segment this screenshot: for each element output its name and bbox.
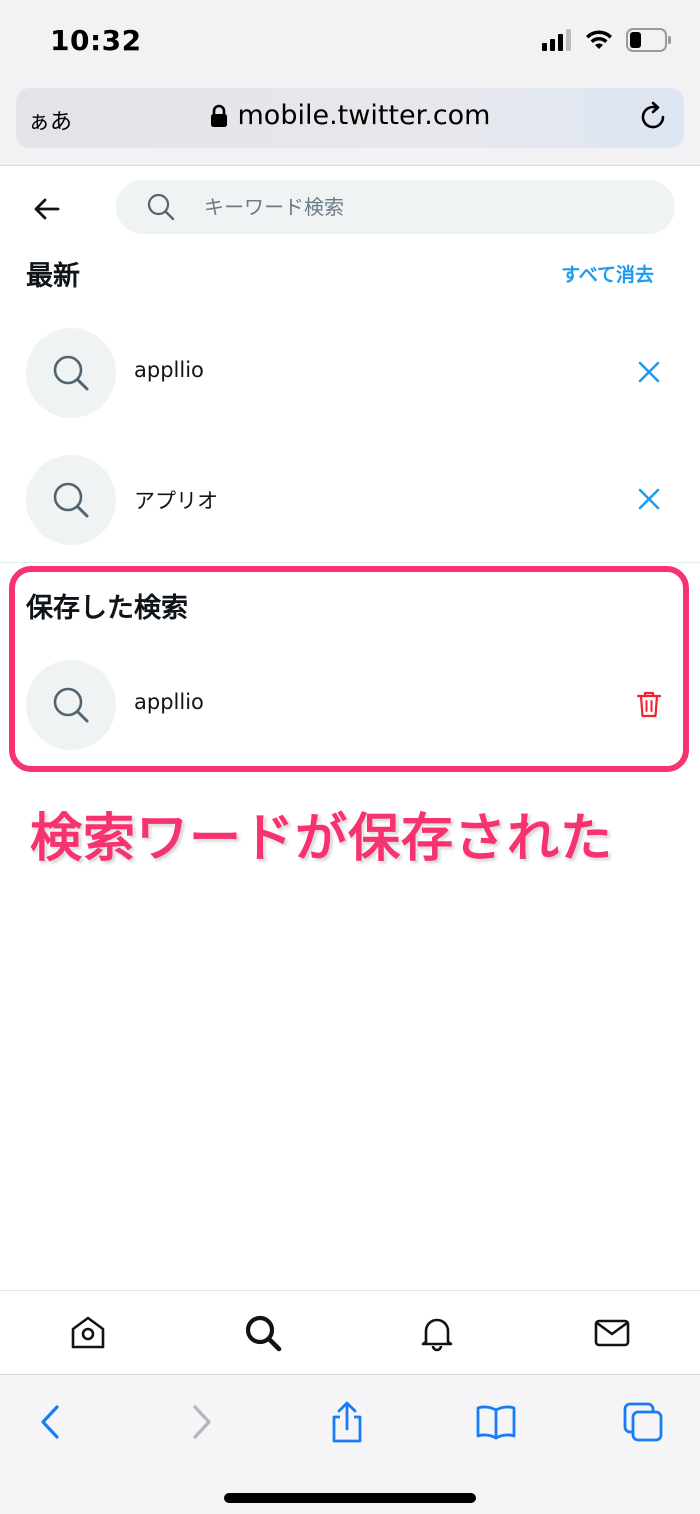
annotation-text: 検索ワードが保存された [30,809,614,869]
search-icon [53,355,89,391]
status-time: 10:32 [50,24,142,57]
arrow-left-icon[interactable] [30,192,64,226]
search-icon[interactable] [243,1313,283,1353]
recent-search-item[interactable]: アプリオ [0,445,700,555]
tabs-icon[interactable] [622,1401,664,1443]
wifi-icon [586,30,612,49]
battery-icon [626,28,671,52]
search-icon [147,193,175,221]
search-input[interactable] [204,188,644,226]
chevron-right-icon[interactable] [180,1401,222,1443]
close-icon[interactable] [636,358,662,386]
clear-all-button[interactable]: すべて消去 [561,260,654,287]
browser-address-area: ぁあ mobile.twitter.com [0,80,700,166]
highlight-box [9,566,689,772]
share-icon[interactable] [326,1401,368,1443]
status-icons [542,28,672,52]
search-box[interactable] [116,180,675,234]
bookmarks-icon[interactable] [475,1401,517,1443]
address-bar[interactable]: ぁあ mobile.twitter.com [16,88,684,148]
home-icon[interactable] [68,1313,108,1353]
search-icon-circle [26,328,116,418]
chevron-left-icon[interactable] [30,1401,72,1443]
status-bar: 10:32 [0,0,700,80]
url-display[interactable]: mobile.twitter.com [16,100,684,131]
bottom-nav [0,1290,700,1374]
recent-search-item[interactable]: appllio [0,318,700,428]
reload-icon[interactable] [636,100,670,134]
search-icon-circle [26,455,116,545]
bell-icon[interactable] [417,1313,457,1353]
cellular-signal-icon [542,29,571,51]
safari-toolbar [0,1374,700,1514]
search-header [0,166,700,250]
recent-section-title: 最新 [26,261,80,292]
lock-icon [210,104,227,127]
mail-icon[interactable] [592,1313,632,1353]
url-text: mobile.twitter.com [237,100,491,131]
search-icon [53,482,89,518]
section-divider [0,562,700,563]
recent-search-label: アプリオ [134,489,218,513]
home-indicator [224,1493,476,1503]
recent-search-label: appllio [134,358,204,382]
close-icon[interactable] [636,485,662,513]
